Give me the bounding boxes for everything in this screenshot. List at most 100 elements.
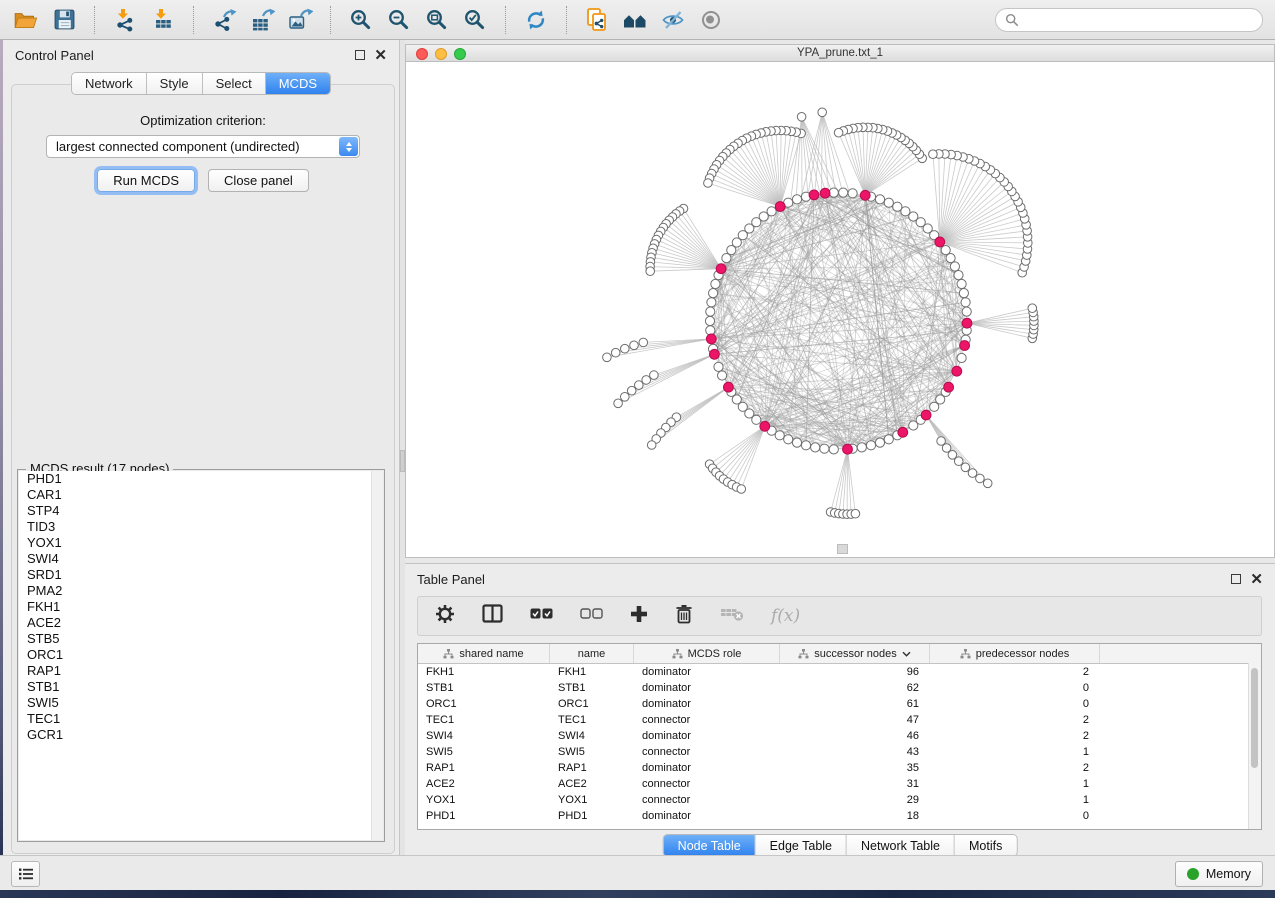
mcds-result-item[interactable]: TID3 [19,519,383,535]
cell-MCDS-role[interactable]: dominator [634,808,780,824]
network-node[interactable] [961,298,970,307]
cell-name[interactable]: SWI4 [550,728,634,744]
cell-predecessor-nodes[interactable]: 2 [930,712,1100,728]
network-node[interactable] [820,444,829,453]
delete-table-button[interactable] [720,606,744,627]
cell-predecessor-nodes[interactable]: 2 [930,664,1100,680]
tab-mcds[interactable]: MCDS [266,73,330,94]
function-builder-button[interactable]: f(x) [771,606,800,626]
network-hub-node[interactable] [944,382,954,392]
mcds-result-item[interactable]: PHD1 [19,471,383,487]
network-node[interactable] [866,441,875,450]
table-row[interactable]: ACE2ACE2connector311 [418,776,1261,792]
cell-shared-name[interactable]: ACE2 [418,776,550,792]
cell-successor-nodes[interactable]: 47 [780,712,930,728]
cell-successor-nodes[interactable]: 18 [780,808,930,824]
close-window-icon[interactable] [416,48,428,60]
table-row[interactable]: TEC1TEC1connector472 [418,712,1261,728]
cell-name[interactable]: ORC1 [550,696,634,712]
mcds-result-item[interactable]: SWI4 [19,551,383,567]
network-node[interactable] [775,431,784,440]
mcds-result-item[interactable]: STB1 [19,679,383,695]
network-node[interactable] [1028,304,1037,313]
tab-style[interactable]: Style [147,73,203,94]
mcds-result-item[interactable]: ORC1 [19,647,383,663]
column-header-successor-nodes[interactable]: successor nodes [780,644,930,663]
list-scrollbar[interactable] [371,471,383,840]
network-hub-node[interactable] [710,349,720,359]
mcds-result-item[interactable]: TEC1 [19,711,383,727]
cell-successor-nodes[interactable]: 31 [780,776,930,792]
zoom-selected-button[interactable] [461,6,489,34]
column-header-name[interactable]: name [550,644,634,663]
network-window-titlebar[interactable]: YPA_prune.txt_1 [405,44,1275,62]
close-panel-icon[interactable]: ✕ [374,48,387,63]
network-node[interactable] [829,445,838,454]
zoom-out-button[interactable] [385,6,413,34]
export-network-button[interactable] [210,6,238,34]
table-row[interactable]: YOX1YOX1connector291 [418,792,1261,808]
network-hub-node[interactable] [843,444,853,454]
network-node[interactable] [646,267,655,276]
cell-shared-name[interactable]: STB1 [418,680,550,696]
network-node[interactable] [705,316,714,325]
network-node[interactable] [941,246,950,255]
cell-shared-name[interactable]: FKH1 [418,664,550,680]
cell-name[interactable]: STB1 [550,680,634,696]
show-columns-button[interactable] [482,604,503,628]
apply-layout-button[interactable] [522,6,550,34]
cell-name[interactable]: PHD1 [550,808,634,824]
network-node[interactable] [639,338,648,347]
cell-name[interactable]: SWI5 [550,744,634,760]
mcds-result-item[interactable]: CAR1 [19,487,383,503]
criterion-dropdown[interactable]: largest connected component (undirected) [46,135,360,158]
table-settings-button[interactable] [435,604,455,629]
network-node[interactable] [635,381,644,390]
network-node[interactable] [704,179,713,188]
memory-button[interactable]: Memory [1175,861,1263,887]
network-node[interactable] [722,254,731,263]
export-table-button[interactable] [248,6,276,34]
cell-MCDS-role[interactable]: connector [634,776,780,792]
cell-predecessor-nodes[interactable]: 2 [930,728,1100,744]
cell-MCDS-role[interactable]: connector [634,744,780,760]
delete-column-button[interactable] [675,604,693,629]
mcds-result-item[interactable]: YOX1 [19,535,383,551]
table-row[interactable]: ORC1ORC1dominator610 [418,696,1261,712]
network-hub-node[interactable] [921,410,931,420]
network-hub-node[interactable] [706,334,716,344]
network-node[interactable] [797,113,806,122]
mcds-result-item[interactable]: PMA2 [19,583,383,599]
cell-successor-nodes[interactable]: 96 [780,664,930,680]
network-node[interactable] [603,353,612,362]
cell-shared-name[interactable]: TEC1 [418,712,550,728]
create-column-button[interactable] [630,605,648,628]
tab-network-table[interactable]: Network Table [847,835,955,856]
network-node[interactable] [784,435,793,444]
network-node[interactable] [707,298,716,307]
homes-button[interactable] [621,6,649,34]
tab-select[interactable]: Select [203,73,266,94]
network-hub-node[interactable] [960,341,970,351]
cell-name[interactable]: ACE2 [550,776,634,792]
cell-MCDS-role[interactable]: dominator [634,680,780,696]
cell-successor-nodes[interactable]: 61 [780,696,930,712]
tab-node-table[interactable]: Node Table [664,835,756,856]
network-hub-node[interactable] [935,237,945,247]
cell-MCDS-role[interactable]: connector [634,712,780,728]
float-panel-icon[interactable] [1231,574,1241,584]
maximize-window-icon[interactable] [454,48,466,60]
network-node[interactable] [614,399,623,408]
network-hub-node[interactable] [952,366,962,376]
cell-predecessor-nodes[interactable]: 1 [930,792,1100,808]
network-node[interactable] [929,150,938,159]
network-node[interactable] [962,307,971,316]
column-header-shared-name[interactable]: shared name [418,644,550,663]
network-node[interactable] [718,371,727,380]
task-history-button[interactable] [11,861,40,887]
search-input[interactable] [1025,12,1253,28]
network-node[interactable] [706,307,715,316]
network-node[interactable] [714,362,723,371]
network-node[interactable] [621,393,630,402]
mcds-result-item[interactable]: STB5 [19,631,383,647]
